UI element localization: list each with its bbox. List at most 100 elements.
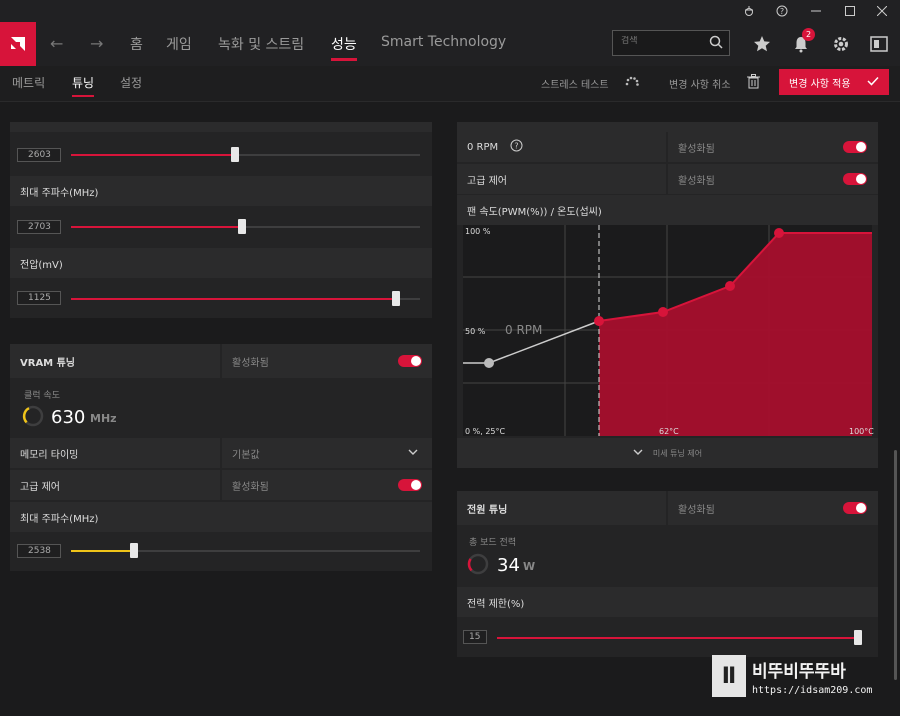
tab-settings[interactable]: 설정	[120, 74, 142, 91]
sub-navigation: 메트릭 튜닝 설정 스트레스 테스트 변경 사항 취소	[0, 66, 900, 102]
fan-point-3	[725, 281, 735, 291]
vram-max-frequency-slider-thumb[interactable]	[129, 543, 138, 558]
search-input[interactable]	[621, 36, 709, 46]
voltage-value-box[interactable]: 1125	[17, 291, 61, 305]
apply-changes-button[interactable]: 변경 사항 적용	[779, 69, 889, 95]
loading-spinner-icon	[624, 74, 640, 93]
max-frequency-slider-thumb[interactable]	[238, 219, 246, 234]
power-limit-slider-thumb[interactable]	[854, 630, 862, 645]
tab-metrics[interactable]: 메트릭	[12, 74, 45, 91]
nav-home[interactable]: 홈	[130, 34, 143, 54]
svg-text:?: ?	[780, 7, 784, 16]
search-box[interactable]	[612, 30, 730, 56]
advanced-control-label: 고급 제어	[20, 481, 60, 493]
zero-rpm-toggle[interactable]	[843, 141, 867, 153]
vram-enable-toggle[interactable]	[398, 355, 422, 367]
voltage-slider[interactable]	[71, 291, 420, 306]
advanced-control-row: 고급 제어	[10, 470, 220, 500]
nav-smart-technology[interactable]: Smart Technology	[381, 34, 506, 50]
minimize-icon[interactable]	[800, 0, 832, 22]
help-circle-icon[interactable]: ?	[510, 139, 523, 155]
fine-tune-label: 미세 튜닝 제어	[652, 448, 703, 458]
nav-record-stream[interactable]: 녹화 및 스트림	[218, 34, 304, 54]
fine-tune-control-toggle[interactable]: 미세 튜닝 제어	[457, 438, 878, 468]
power-limit-slider[interactable]	[497, 630, 862, 645]
max-frequency-row: 최대 주파수(MHz)	[10, 176, 432, 206]
y-axis-mid-label: 50 %	[465, 327, 486, 336]
discard-changes-button[interactable]: 변경 사항 취소	[669, 76, 731, 91]
power-enable-toggle[interactable]	[843, 502, 867, 514]
search-icon[interactable]	[709, 35, 723, 52]
vram-title-row: VRAM 튜닝	[10, 344, 220, 378]
tab-tuning[interactable]: 튜닝	[72, 74, 95, 97]
maximize-icon[interactable]	[834, 0, 866, 22]
gpu-tuning-panel: 2603 최대 주파수(MHz) 2703 전압(mV) 1125	[10, 122, 432, 318]
zero-rpm-overlay-label: 0 RPM	[505, 323, 543, 337]
vram-max-frequency-slider-fill	[71, 550, 134, 552]
power-tuning-panel: 전원 튜닝 활성화됨 총 보드 전력 34 W 전력 제한(%) 15	[457, 491, 878, 657]
voltage-slider-fill	[71, 298, 396, 300]
watermark-url: https://idsam209.com	[752, 685, 873, 696]
fan-advanced-value: 활성화됨	[678, 175, 715, 187]
chart-origin-label: 0 %, 25°C	[465, 427, 506, 436]
title-bar: ?	[0, 0, 900, 22]
memory-timing-row: 메모리 타이밍	[10, 438, 220, 468]
bug-report-icon[interactable]	[733, 0, 765, 22]
fan-header-strip	[457, 122, 878, 132]
fan-point-1	[594, 316, 604, 326]
nav-performance[interactable]: 성능	[331, 34, 357, 61]
fan-point-4	[774, 228, 784, 238]
zero-rpm-row: 0 RPM ?	[457, 132, 666, 162]
memory-timing-dropdown[interactable]: 기본값	[222, 438, 432, 468]
clock-speed-unit: MHz	[90, 412, 117, 425]
stress-test-label[interactable]: 스트레스 테스트	[541, 76, 609, 91]
vram-max-frequency-value-box[interactable]: 2538	[17, 544, 61, 558]
max-frequency-label: 최대 주파수(MHz)	[20, 187, 99, 199]
voltage-label: 전압(mV)	[20, 259, 63, 271]
power-title-row: 전원 튜닝	[457, 491, 666, 525]
memory-timing-value: 기본값	[232, 449, 260, 461]
power-limit-row: 전력 제한(%)	[457, 587, 878, 617]
amd-logo-icon[interactable]	[0, 22, 36, 66]
clock-speed-label: 클럭 속도	[24, 391, 60, 401]
chevron-down-icon	[408, 448, 418, 459]
help-icon[interactable]: ?	[766, 0, 798, 22]
vram-title: VRAM 튜닝	[20, 357, 76, 369]
watermark-logo: Ⅱ 비뚜비뚜뚜바 https://idsam209.com	[712, 655, 892, 707]
sidebar-layout-icon[interactable]	[868, 33, 890, 55]
trash-icon[interactable]	[747, 74, 760, 92]
max-frequency-value-box[interactable]: 2703	[17, 220, 61, 234]
panel-header-strip	[10, 122, 432, 132]
close-icon[interactable]	[866, 0, 898, 22]
fan-point-2	[658, 307, 668, 317]
voltage-row: 전압(mV)	[10, 248, 432, 278]
forward-arrow-icon[interactable]: →	[90, 34, 103, 53]
nav-games[interactable]: 게임	[166, 34, 192, 54]
apply-changes-label: 변경 사항 적용	[789, 78, 851, 90]
fan-curve-title: 팬 속도(PWM(%)) / 온도(섭씨)	[467, 206, 602, 218]
fan-tuning-panel: 0 RPM ? 활성화됨 고급 제어 활성화됨 팬 속도(PWM(%)) / 온…	[457, 122, 878, 468]
scrollbar[interactable]	[894, 450, 897, 680]
watermark-badge-icon: Ⅱ	[712, 655, 746, 697]
fan-advanced-toggle[interactable]	[843, 173, 867, 185]
clock-gauge-icon	[21, 404, 45, 431]
frequency-slider[interactable]	[71, 147, 420, 162]
frequency-value-box[interactable]: 2603	[17, 148, 61, 162]
y-axis-max-label: 100 %	[465, 227, 491, 236]
fan-curve-title-row: 팬 속도(PWM(%)) / 온도(섭씨)	[457, 195, 878, 225]
frequency-slider-fill	[71, 154, 236, 156]
voltage-slider-thumb[interactable]	[391, 291, 400, 306]
fan-advanced-row: 고급 제어	[457, 164, 666, 194]
power-enabled-label: 활성화됨	[678, 504, 715, 516]
checkmark-icon	[867, 75, 879, 90]
vram-advanced-toggle[interactable]	[398, 479, 422, 491]
chevron-down-icon	[633, 448, 643, 458]
settings-gear-icon[interactable]	[830, 33, 852, 55]
favorite-star-icon[interactable]	[751, 33, 773, 55]
svg-text:?: ?	[515, 142, 519, 151]
max-frequency-slider[interactable]	[71, 219, 420, 234]
frequency-slider-thumb[interactable]	[231, 147, 240, 162]
vram-max-frequency-slider[interactable]	[71, 543, 420, 558]
power-limit-value-box[interactable]: 15	[463, 630, 487, 644]
back-arrow-icon[interactable]: ←	[50, 34, 63, 53]
